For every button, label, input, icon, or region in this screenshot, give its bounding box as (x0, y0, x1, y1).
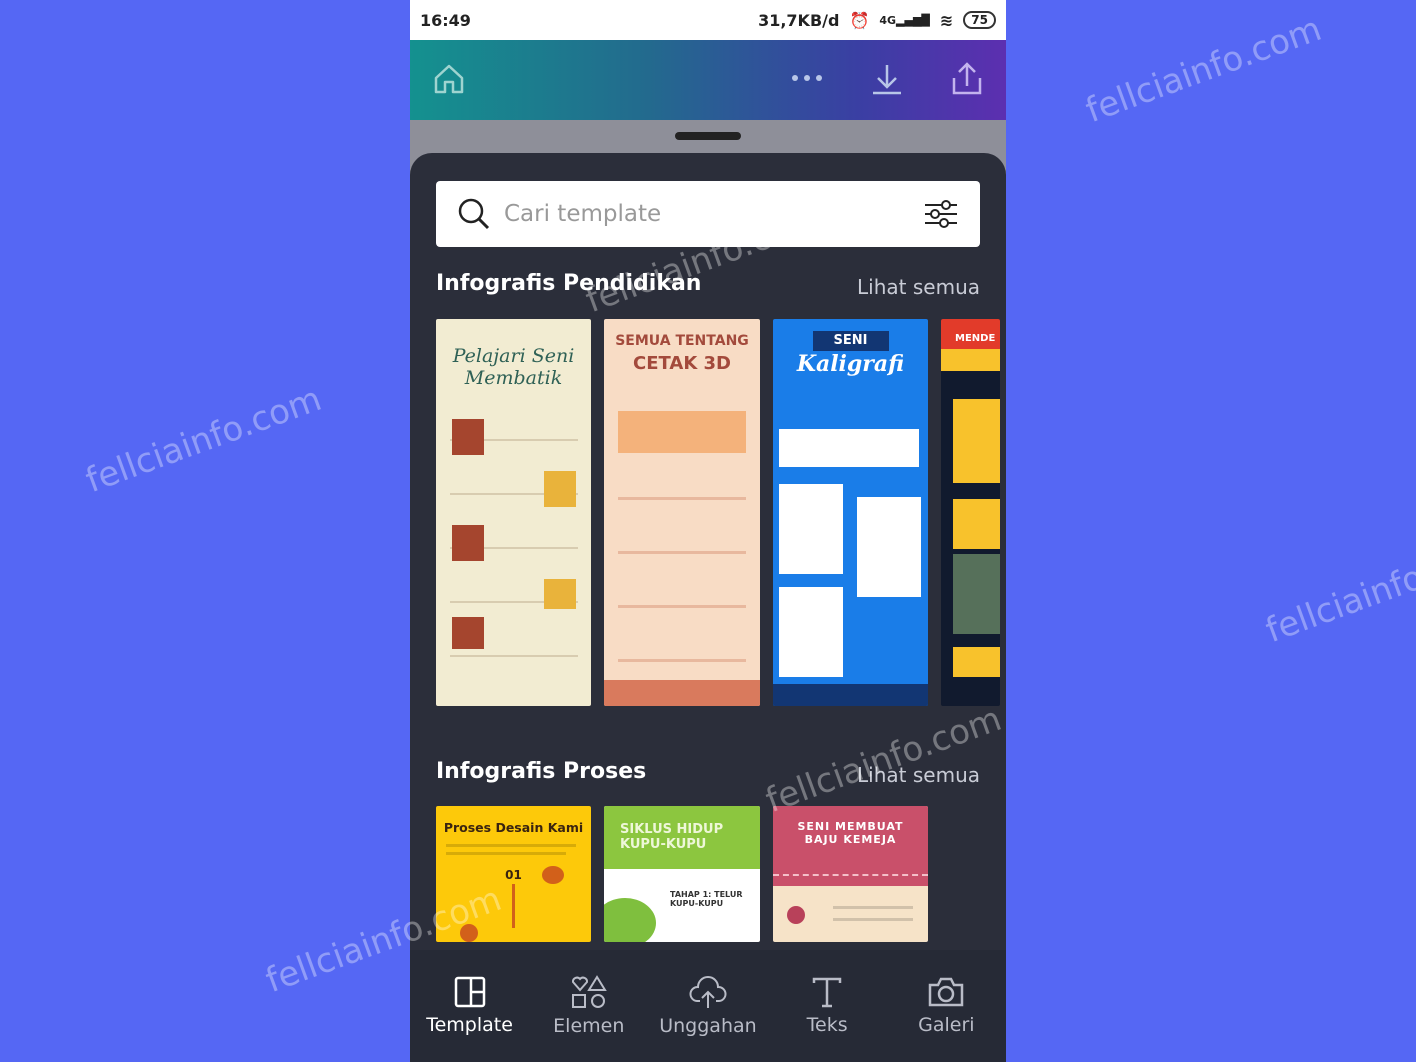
template-card[interactable]: Pelajari Seni Membatik (436, 319, 591, 706)
nav-uploads[interactable]: Unggahan (653, 975, 763, 1037)
template-card[interactable]: SEMUA TENTANG CETAK 3D (604, 319, 760, 706)
camera-icon (929, 977, 964, 1007)
network-speed: 31,7KB/d (758, 10, 840, 30)
template-card[interactable]: SENI MEMBUAT BAJU KEMEJA (773, 806, 928, 942)
more-icon[interactable] (790, 72, 824, 84)
template-panel: Infografis Pendidikan Lihat semua Pelaja… (410, 153, 1006, 1062)
editor-toolbar (410, 40, 1006, 120)
signal-icon: 4G▂▄▆█ (879, 13, 930, 27)
nav-template[interactable]: Template (415, 976, 525, 1036)
nav-elements[interactable]: Elemen (534, 975, 644, 1037)
status-bar: 16:49 31,7KB/d ⏰ 4G▂▄▆█ ≋ 75 (410, 0, 1006, 40)
search-icon (458, 198, 490, 230)
watermark: fellciainfo.com (1080, 8, 1327, 132)
nav-label: Unggahan (659, 1015, 757, 1037)
home-icon[interactable] (432, 62, 466, 96)
nav-label: Template (426, 1014, 513, 1036)
alarm-icon: ⏰ (849, 10, 870, 30)
nav-label: Galeri (918, 1014, 975, 1036)
share-icon[interactable] (950, 62, 984, 96)
drag-handle[interactable] (675, 132, 741, 140)
clock: 16:49 (420, 10, 471, 30)
elements-icon (571, 975, 607, 1008)
nav-label: Elemen (553, 1015, 625, 1037)
phone-screen: 16:49 31,7KB/d ⏰ 4G▂▄▆█ ≋ 75 Infografis … (410, 0, 1006, 1062)
see-all-link[interactable]: Lihat semua (857, 763, 980, 787)
template-card[interactable]: Proses Desain Kami 01 (436, 806, 591, 942)
search-input[interactable] (504, 201, 924, 227)
section-title: Infografis Proses (436, 759, 647, 784)
see-all-link[interactable]: Lihat semua (857, 275, 980, 299)
watermark: fellciainfo.com (80, 378, 327, 502)
search-bar[interactable] (436, 181, 980, 247)
watermark: fellciainfo.com (1260, 528, 1416, 652)
battery-icon: 75 (963, 11, 996, 29)
text-icon (812, 977, 842, 1008)
wifi-icon: ≋ (939, 10, 954, 30)
nav-label: Teks (806, 1014, 848, 1036)
filter-icon[interactable] (924, 199, 958, 229)
template-icon (454, 976, 485, 1008)
download-icon[interactable] (870, 62, 904, 96)
section-title: Infografis Pendidikan (436, 271, 702, 296)
bottom-nav: Template Elemen Unggahan Teks Galeri (410, 950, 1006, 1062)
template-card[interactable]: SIKLUS HIDUP KUPU-KUPU TAHAP 1: TELUR KU… (604, 806, 760, 942)
nav-text[interactable]: Teks (772, 976, 882, 1036)
nav-gallery[interactable]: Galeri (891, 976, 1001, 1036)
upload-cloud-icon (689, 976, 727, 1008)
template-card[interactable]: SENI Kaligrafi (773, 319, 928, 706)
template-card[interactable]: MENDE (941, 319, 1000, 706)
